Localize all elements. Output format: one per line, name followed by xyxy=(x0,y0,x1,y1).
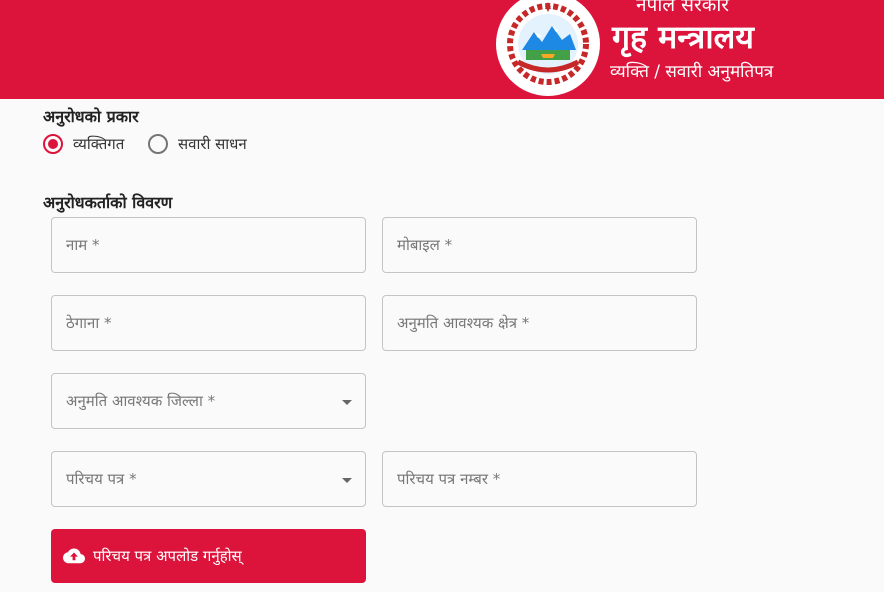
applicant-details-title: अनुरोधकर्ताको विवरण xyxy=(43,193,173,212)
radio-personal[interactable]: व्यक्तिगत xyxy=(43,133,124,155)
radio-checked-icon xyxy=(43,134,63,154)
radio-vehicle-label: सवारी साधन xyxy=(178,135,247,153)
permit-district-placeholder: अनुमति आवश्यक जिल्ला * xyxy=(66,392,216,410)
request-type-title: अनुरोधको प्रकार xyxy=(43,107,139,126)
address-field[interactable]: ठेगाना * xyxy=(51,295,366,351)
nepal-emblem-icon xyxy=(496,0,600,96)
mobile-input[interactable] xyxy=(383,218,696,272)
radio-vehicle[interactable]: सवारी साधन xyxy=(148,133,247,155)
id-number-input[interactable] xyxy=(383,452,696,506)
name-input[interactable] xyxy=(52,218,365,272)
id-card-placeholder: परिचय पत्र * xyxy=(66,470,137,488)
site-header: नेपाल सरकार गृह मन्त्रालय व्यक्ति / सवार… xyxy=(0,0,884,99)
id-card-select[interactable]: परिचय पत्र * xyxy=(51,451,366,507)
upload-button-label: परिचय पत्र अपलोड गर्नुहोस् xyxy=(93,547,242,565)
dropdown-arrow-icon[interactable] xyxy=(342,478,352,483)
ministry-name: गृह मन्त्रालय xyxy=(612,18,754,56)
dropdown-arrow-icon[interactable] xyxy=(342,400,352,405)
upload-id-button[interactable]: परिचय पत्र अपलोड गर्नुहोस् xyxy=(51,529,366,583)
header-subtitle: व्यक्ति / सवारी अनुमतिपत्र xyxy=(610,62,774,82)
id-number-field[interactable]: परिचय पत्र नम्बर * xyxy=(382,451,697,507)
permit-district-select[interactable]: अनुमति आवश्यक जिल्ला * xyxy=(51,373,366,429)
cloud-upload-icon xyxy=(63,548,85,564)
radio-unchecked-icon xyxy=(148,134,168,154)
permit-area-input[interactable] xyxy=(383,296,696,350)
radio-personal-label: व्यक्तिगत xyxy=(73,135,125,153)
permit-area-field[interactable]: अनुमति आवश्यक क्षेत्र * xyxy=(382,295,697,351)
mobile-field[interactable]: मोबाइल * xyxy=(382,217,697,273)
name-field[interactable]: नाम * xyxy=(51,217,366,273)
address-input[interactable] xyxy=(52,296,365,350)
